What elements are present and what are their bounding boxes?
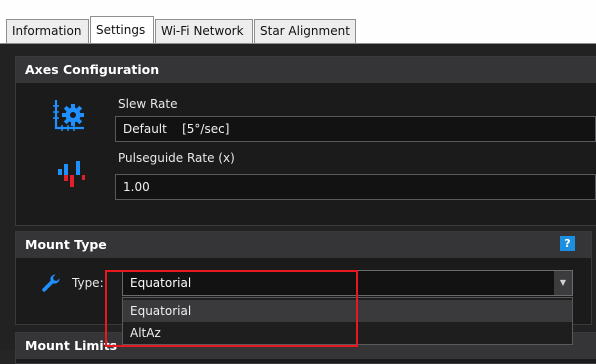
tab-settings[interactable]: Settings (90, 16, 154, 44)
wrench-icon (42, 274, 60, 292)
axes-configuration-title: Axes Configuration (16, 57, 596, 83)
mount-type-dropdown[interactable]: Equatorial ▼ (122, 270, 573, 296)
tab-star-alignment[interactable]: Star Alignment (254, 19, 356, 43)
slew-rate-gear-icon (53, 100, 84, 131)
pulseguide-bars-icon (58, 161, 85, 187)
help-icon[interactable]: ? (560, 236, 575, 251)
chevron-down-icon[interactable]: ▼ (554, 271, 572, 295)
tab-information[interactable]: Information (6, 19, 89, 43)
mount-type-label: Type: (72, 276, 104, 290)
option-altaz[interactable]: AltAz (123, 322, 572, 344)
mount-type-title: Mount Type (16, 232, 591, 258)
slew-rate-field[interactable]: Default [5°/sec] (115, 116, 596, 142)
tab-bar: Information Settings Wi-Fi Network Star … (0, 0, 596, 44)
pulseguide-rate-label: Pulseguide Rate (x) (118, 151, 235, 165)
pulseguide-rate-field[interactable]: 1.00 (115, 174, 596, 200)
tab-wifi-network[interactable]: Wi-Fi Network (155, 19, 253, 43)
slew-rate-label: Slew Rate (118, 97, 178, 111)
option-equatorial[interactable]: Equatorial (123, 300, 572, 322)
mount-type-options-list: Equatorial AltAz (122, 297, 573, 345)
mount-type-selected: Equatorial (130, 276, 192, 290)
